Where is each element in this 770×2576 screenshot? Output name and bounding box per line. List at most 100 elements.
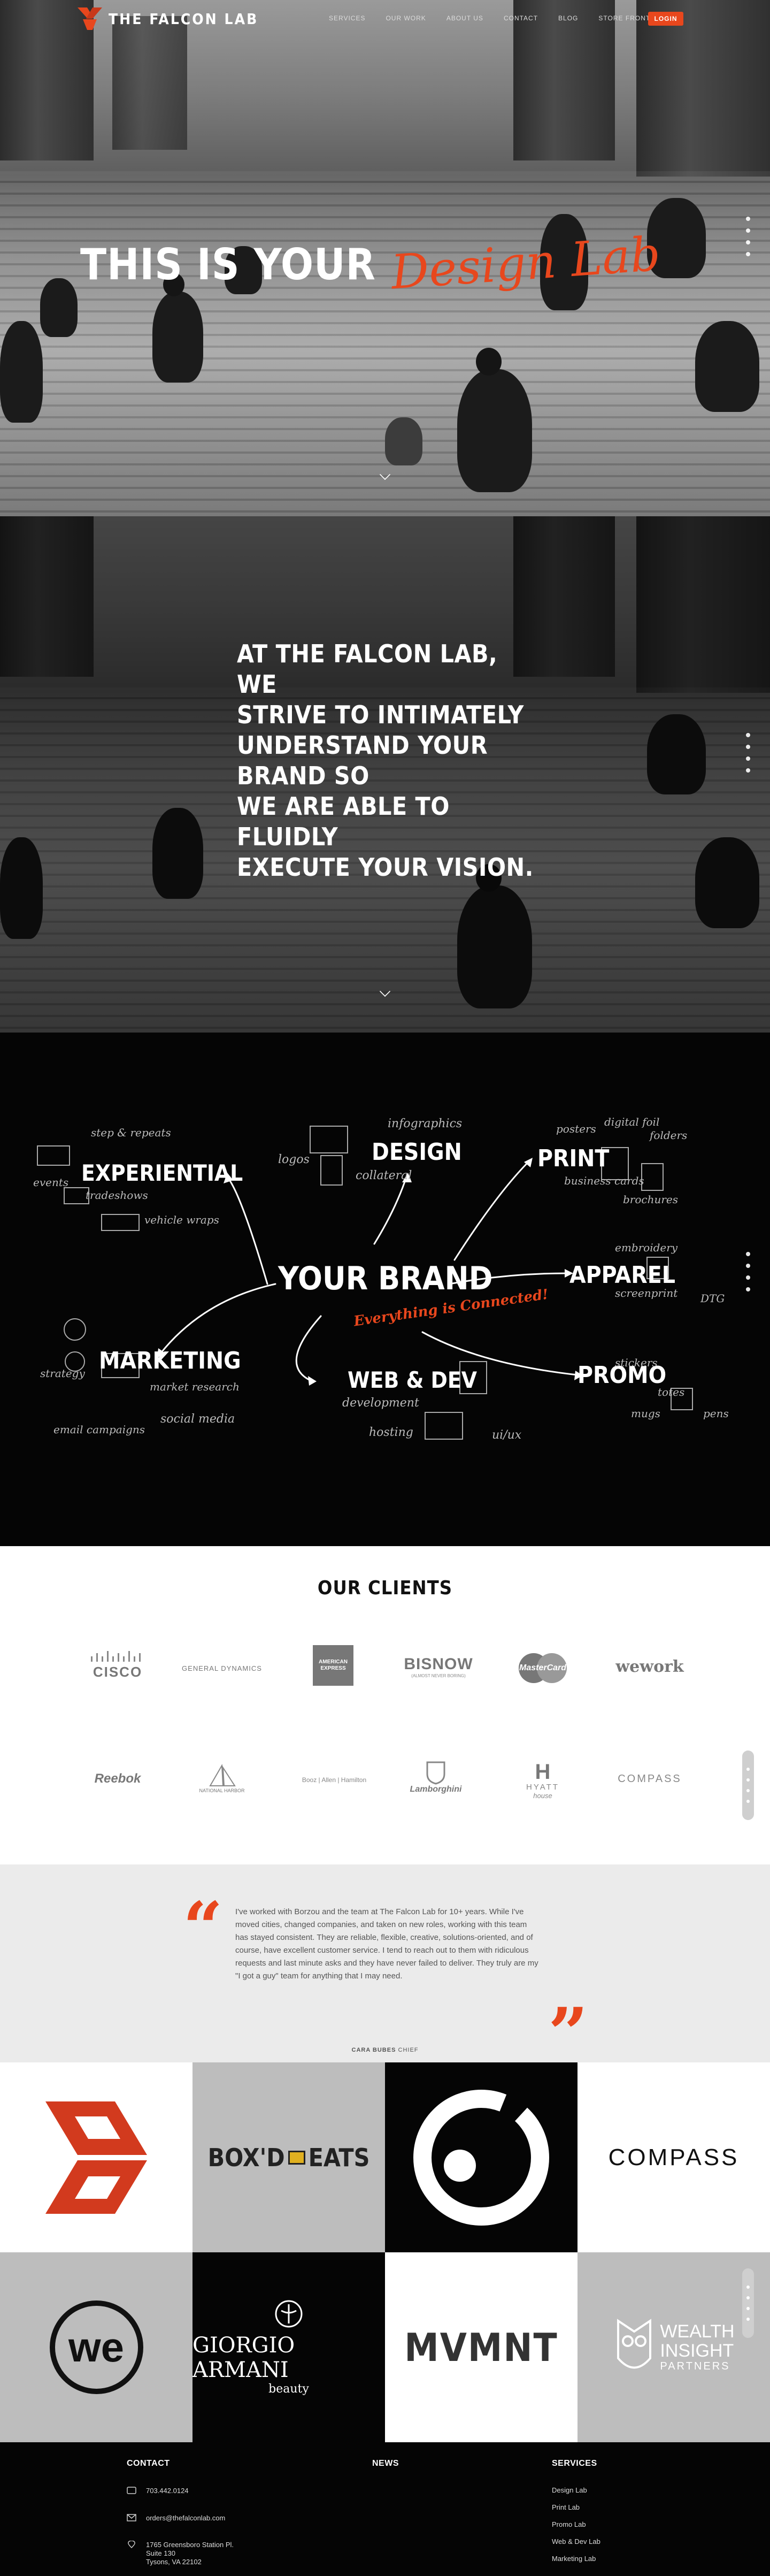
portfolio-tile-circle[interactable] (385, 2062, 578, 2252)
mission-line: AT THE FALCON LAB, WE (237, 639, 498, 699)
footer-service-link[interactable]: Design Lab (552, 2486, 587, 2494)
logo[interactable]: THE FALCON LAB (78, 7, 258, 30)
client-name: NATIONAL HARBOR (199, 1788, 245, 1793)
footer-address-line: Tysons, VA 22102 (146, 2558, 202, 2566)
note: mugs (631, 1407, 660, 1420)
brush-circle-icon (413, 2089, 549, 2226)
footer-address-line: 1765 Greensboro Station Pl. (146, 2541, 234, 2549)
section-dot[interactable] (746, 1264, 750, 1268)
nav-links: SERVICES OUR WORK ABOUT US CONTACT BLOG … (329, 14, 671, 22)
section-dot[interactable] (746, 1789, 750, 1792)
beauty-text: beauty (268, 2382, 309, 2396)
note: collateral (356, 1169, 412, 1182)
section-dot[interactable] (746, 252, 750, 256)
sail-icon (209, 1764, 236, 1786)
page: THIS IS YOUR Design Lab THE FALCON LAB S… (0, 0, 770, 2576)
location-pin-icon (128, 2541, 135, 2548)
mission-statement: AT THE FALCON LAB, WE STRIVE TO INTIMATE… (237, 639, 536, 883)
nav-blog[interactable]: BLOG (558, 14, 578, 22)
portfolio-tile-compass[interactable]: COMPASS (578, 2062, 770, 2252)
section-dot[interactable] (746, 1275, 750, 1280)
footer-service-link[interactable]: Promo Lab (552, 2520, 586, 2528)
logo-text: THE FALCON LAB (109, 10, 259, 28)
arrow-design (373, 1176, 407, 1245)
section-dot[interactable] (746, 240, 750, 244)
client-logo-general-dynamics: GENERAL DYNAMICS (182, 1664, 262, 1672)
hero-title: THIS IS YOUR Design Lab (80, 226, 662, 300)
nav-contact[interactable]: CONTACT (504, 14, 538, 22)
nav-about-us[interactable]: ABOUT US (446, 14, 483, 22)
section-dot[interactable] (746, 745, 750, 749)
hero-section: THIS IS YOUR Design Lab (0, 0, 770, 516)
boxd-text: BOX'D (207, 2143, 285, 2172)
arrow-marketing (159, 1283, 276, 1355)
nav-store-front[interactable]: STORE FRONT (598, 14, 650, 22)
note: social media (160, 1412, 235, 1426)
note: screenprint (615, 1287, 678, 1300)
portfolio-tile-falcon[interactable] (0, 2062, 192, 2252)
portfolio-tile-mvmnt[interactable]: MVMNT (385, 2252, 578, 2442)
portfolio-tile-armani[interactable]: GIORGIO ARMANI beauty (192, 2252, 385, 2442)
client-logo-compass: COMPASS (618, 1772, 682, 1785)
client-logo-amex: AMERICAN EXPRESS (313, 1645, 353, 1686)
doodle (425, 1412, 463, 1440)
nav-services[interactable]: SERVICES (329, 14, 365, 22)
falcon-stripes-logo-icon (45, 2101, 147, 2214)
service-apparel: APPAREL (569, 1262, 675, 1289)
doodle (310, 1126, 348, 1153)
section-dot[interactable] (746, 756, 750, 761)
portfolio-grid: BOX'D EATS COMPASS we GIORGIO ARMANI bea… (0, 2062, 770, 2442)
section-dot[interactable] (746, 733, 750, 737)
client-logo-hyatt-house: H HYATT house (516, 1754, 569, 1807)
client-logo-reebok: Reebok (94, 1771, 141, 1786)
hero-title-script: Design Lab (389, 226, 663, 300)
note: business cards (564, 1174, 644, 1187)
arrow-experiential (226, 1176, 268, 1285)
footer-service-link[interactable]: Web & Dev Lab (552, 2537, 600, 2546)
nav-our-work[interactable]: OUR WORK (386, 14, 426, 22)
client-logo-booz-allen: Booz | Allen | Hamilton (302, 1776, 367, 1784)
note: ui/ux (492, 1428, 522, 1442)
hero-title-plain: THIS IS YOUR (80, 240, 376, 289)
section-dot[interactable] (746, 1778, 750, 1782)
client-logo-wework: wework (615, 1657, 684, 1676)
section-dot[interactable] (746, 217, 750, 221)
section-dot[interactable] (746, 1287, 750, 1291)
portfolio-tile-wealth-insight[interactable]: WEALTH INSIGHT PARTNERS (578, 2252, 770, 2442)
mission-line: EXECUTE YOUR VISION. (237, 853, 534, 882)
center-your-brand: YOUR BRAND (278, 1260, 493, 1297)
note: email campaigns (53, 1423, 145, 1436)
footer-service-link[interactable]: Print Lab (552, 2503, 580, 2511)
email-icon (127, 2514, 136, 2521)
footer-email[interactable]: orders@thefalconlab.com (146, 2514, 225, 2522)
clients-title: OUR CLIENTS (317, 1577, 453, 1599)
portfolio-tile-boxd-eats[interactable]: BOX'D EATS (192, 2062, 385, 2252)
section-dots (742, 1751, 754, 1820)
footer-service-link[interactable]: Marketing Lab (552, 2555, 596, 2563)
section-dot[interactable] (746, 768, 750, 773)
service-print: PRINT (537, 1145, 610, 1172)
person-silhouette (40, 278, 78, 337)
section-dot[interactable] (746, 2318, 750, 2321)
person-silhouette (152, 292, 203, 383)
author-role: CHIEF (398, 2047, 419, 2053)
portfolio-tile-wework[interactable]: we (0, 2252, 192, 2442)
section-dot[interactable] (746, 1800, 750, 1803)
client-name: HYATT (526, 1783, 559, 1792)
person-silhouette (457, 369, 532, 492)
doodle (64, 1318, 86, 1341)
footer-phone[interactable]: 703.442.0124 (146, 2487, 189, 2495)
testimonial-author: CARA BUBES CHIEF (0, 2047, 770, 2053)
section-dot[interactable] (746, 2307, 750, 2310)
section-dot[interactable] (746, 2296, 750, 2299)
section-dot[interactable] (746, 2285, 750, 2289)
note: market research (150, 1380, 240, 1393)
we-text: we (68, 2323, 125, 2371)
client-tagline: house (533, 1792, 552, 1800)
section-dot[interactable] (746, 1252, 750, 1256)
section-dot[interactable] (746, 228, 750, 233)
login-button[interactable]: LOGIN (648, 12, 683, 26)
section-dot[interactable] (746, 1768, 750, 1771)
backpack-shape (385, 417, 422, 465)
doodle (101, 1214, 140, 1231)
